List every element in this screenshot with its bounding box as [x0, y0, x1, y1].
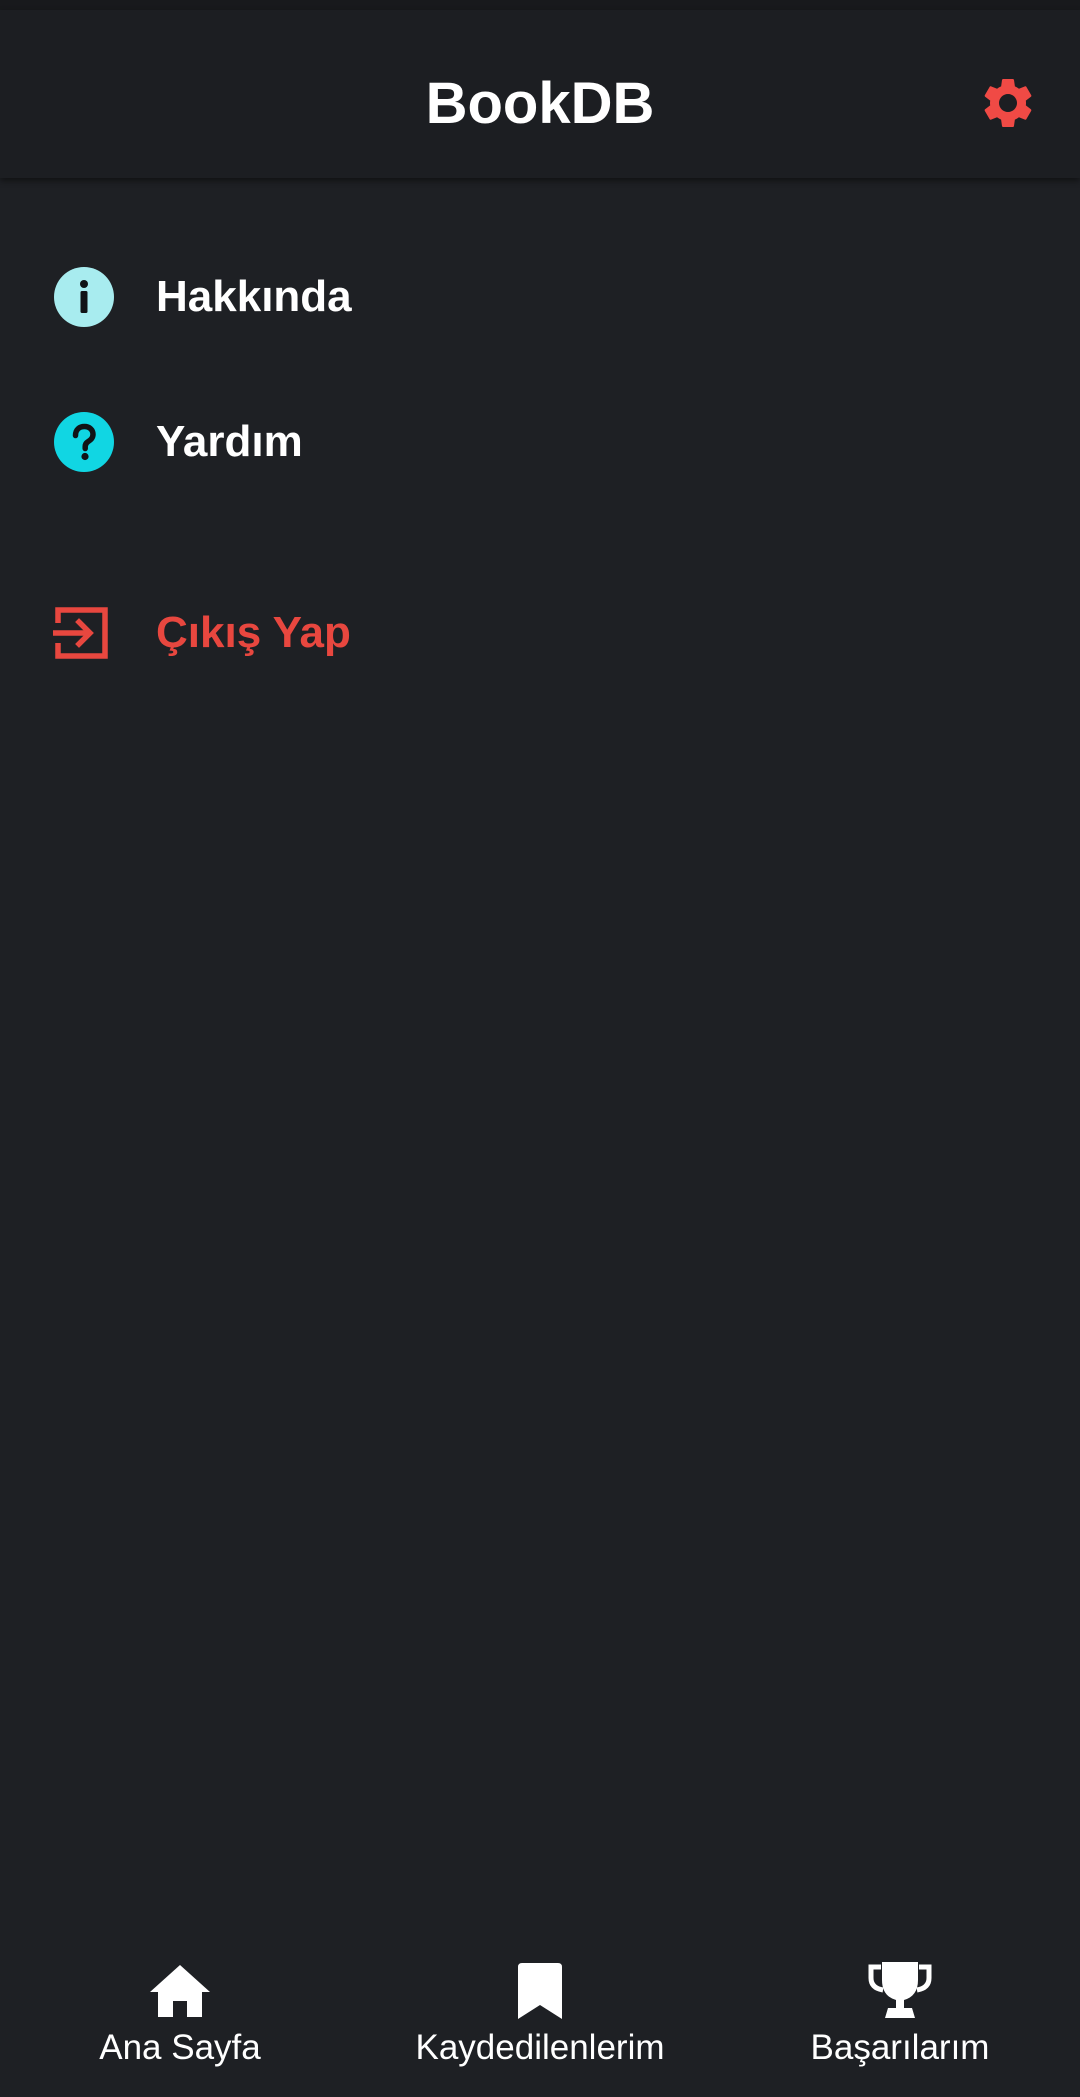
trophy-icon: [720, 1960, 1080, 2022]
logout-label: Çıkış Yap: [156, 608, 351, 657]
app-bar: BookDB: [0, 10, 1080, 178]
bookmark-icon: [360, 1960, 720, 2022]
home-icon: [0, 1960, 360, 2022]
app-title: BookDB: [425, 71, 655, 136]
menu-item-about[interactable]: Hakkında: [0, 242, 1080, 352]
logout-icon: [50, 601, 114, 665]
nav-item-saved[interactable]: Kaydedilenlerim: [360, 1940, 720, 2097]
menu-item-help-label: Yardım: [156, 417, 303, 466]
nav-item-achievements[interactable]: Başarılarım: [720, 1940, 1080, 2097]
help-icon: [52, 410, 116, 474]
gear-icon: [984, 78, 1032, 127]
info-icon: [52, 265, 116, 329]
nav-item-home[interactable]: Ana Sayfa: [0, 1940, 360, 2097]
settings-button[interactable]: [970, 65, 1046, 141]
nav-item-saved-label: Kaydedilenlerim: [415, 2028, 665, 2067]
bottom-nav: Ana Sayfa Kaydedilenlerim Başarılarım: [0, 1940, 1080, 2097]
nav-item-achievements-label: Başarılarım: [810, 2028, 990, 2067]
menu-item-help[interactable]: Yardım: [0, 387, 1080, 497]
nav-item-home-label: Ana Sayfa: [99, 2028, 261, 2067]
menu-item-about-label: Hakkında: [156, 272, 352, 321]
logout-button[interactable]: Çıkış Yap: [0, 578, 1080, 688]
status-bar: [0, 0, 1080, 10]
